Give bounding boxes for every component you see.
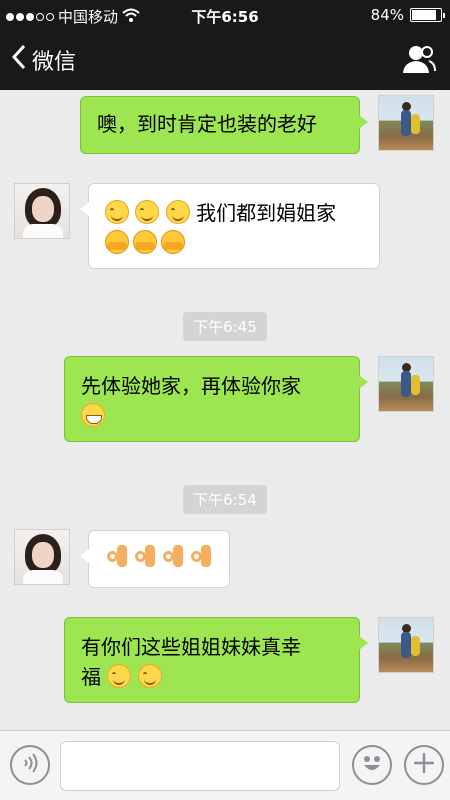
ok-hand-emoji-icon	[161, 545, 185, 569]
chevron-left-icon	[11, 44, 26, 76]
timestamp-label: 下午6:45	[183, 312, 267, 341]
message-bubble-incoming[interactable]: 我们都到娟姐家	[80, 183, 380, 269]
ok-hand-emoji-icon	[105, 545, 129, 569]
voice-icon	[19, 752, 41, 778]
timestamp: 下午6:45	[0, 312, 450, 341]
smile-emoji-icon	[137, 664, 162, 688]
input-bar	[0, 730, 450, 800]
battery-icon	[410, 8, 445, 22]
emoji-face-icon	[358, 749, 386, 781]
emoji-button[interactable]	[352, 745, 392, 785]
back-button[interactable]: 微信	[11, 44, 77, 76]
my-avatar[interactable]	[378, 356, 434, 412]
battery-percent: 84%	[370, 6, 404, 24]
hug-emoji-icon	[133, 230, 157, 254]
message-text: 有你们这些姐姐妹妹真幸	[81, 635, 301, 659]
my-avatar[interactable]	[378, 617, 434, 673]
timestamp-label: 下午6:54	[183, 485, 267, 514]
smile-emoji-icon	[135, 200, 160, 224]
battery-level-fill	[412, 10, 436, 20]
status-right: 84%	[370, 6, 445, 24]
grin-emoji-icon	[81, 403, 105, 427]
hug-emoji-icon	[161, 230, 185, 254]
contact-avatar[interactable]	[14, 183, 70, 239]
person-icon	[402, 46, 436, 78]
message-text: 福	[81, 665, 101, 689]
smile-emoji-icon	[165, 200, 190, 224]
message-bubble-outgoing[interactable]: 噢，到时肯定也装的老好	[80, 96, 368, 154]
chat-info-button[interactable]	[402, 44, 436, 78]
message-input[interactable]	[60, 741, 340, 791]
message-bubble-outgoing[interactable]: 有你们这些姐姐妹妹真幸 福	[64, 617, 368, 703]
contact-avatar[interactable]	[14, 529, 70, 585]
chat-message-list[interactable]: 噢，到时肯定也装的老好 我们都到娟姐家 下午6:45 先体验她家，再体验你家 下…	[0, 90, 450, 730]
plus-icon	[412, 751, 436, 779]
message-text: 先体验她家，再体验你家	[81, 374, 301, 398]
status-bar: 中国移动 下午6:56 84%	[0, 0, 450, 30]
timestamp: 下午6:54	[0, 485, 450, 514]
message-text: 我们都到娟姐家	[196, 201, 337, 225]
smile-emoji-icon	[105, 200, 129, 224]
ok-hand-emoji-icon	[189, 545, 213, 569]
my-avatar[interactable]	[378, 95, 434, 151]
voice-input-button[interactable]	[10, 745, 50, 785]
message-text: 噢，到时肯定也装的老好	[97, 112, 317, 136]
smile-emoji-icon	[107, 664, 132, 688]
message-bubble-incoming[interactable]	[80, 530, 230, 588]
back-label: 微信	[32, 50, 77, 75]
navigation-bar: 微信	[0, 30, 450, 90]
ok-hand-emoji-icon	[133, 545, 157, 569]
more-options-button[interactable]	[404, 745, 444, 785]
hug-emoji-icon	[105, 230, 129, 254]
message-bubble-outgoing[interactable]: 先体验她家，再体验你家	[64, 356, 368, 442]
